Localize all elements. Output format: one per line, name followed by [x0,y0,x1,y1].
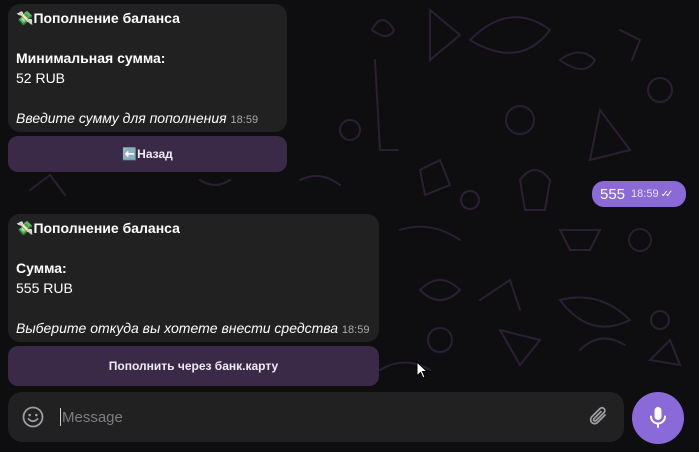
mouse-cursor-icon [416,361,428,379]
message-time: 18:59 [341,324,370,336]
pay-by-card-button[interactable]: Пополнить через банк.карту [8,346,379,386]
smiley-icon[interactable] [22,406,44,428]
message-placeholder: Message [62,408,123,426]
incoming-message-2: 💸Пополнение баланса Сумма: 555 RUB Выбер… [8,214,379,342]
outgoing-time: 18:59 [631,188,659,200]
message-input[interactable]: Message [60,392,560,442]
double-check-icon: ✓✓ [660,188,674,200]
back-button[interactable]: ⬅️ Назад [8,136,287,172]
money-emoji-icon: 💸 [16,220,34,236]
money-emoji-icon: 💸 [16,10,34,26]
paperclip-icon[interactable] [588,405,610,429]
amount-label: Минимальная сумма: [16,50,166,66]
amount-value: 52 RUB [16,70,66,86]
amount-value: 555 RUB [16,280,73,296]
microphone-icon [650,407,666,428]
back-arrow-icon: ⬅️ [122,147,138,161]
outgoing-text: 555 [600,185,626,203]
text-caret [60,408,61,426]
message-prompt: Введите сумму для пополнения 18:59 [16,110,259,126]
message-prompt: Выберите откуда вы хотете внести средств… [16,320,370,336]
voice-message-button[interactable] [632,392,684,444]
message-title: 💸Пополнение баланса [16,10,180,26]
incoming-message-1: 💸Пополнение баланса Минимальная сумма: 5… [8,4,287,132]
message-title: 💸Пополнение баланса [16,220,180,236]
outgoing-message: 555 18:59 ✓✓ [592,181,686,207]
amount-label: Сумма: [16,260,67,276]
message-composer: Message [8,392,624,442]
message-time: 18:59 [230,114,259,126]
